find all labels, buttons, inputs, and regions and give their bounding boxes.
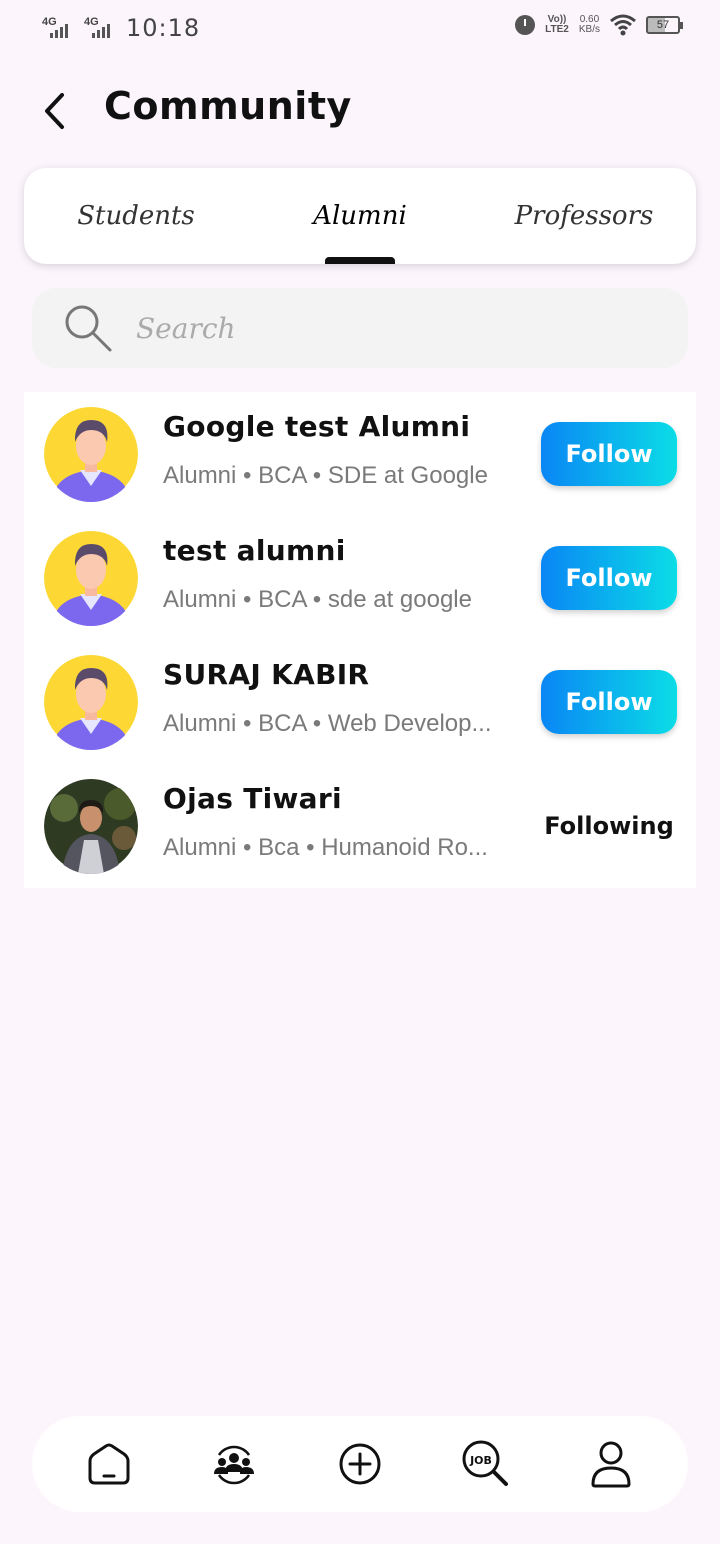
tab-label: Students [77, 201, 195, 231]
member-name: Google test Alumni [163, 410, 471, 443]
volte-indicator: Vo)) LTE2 [545, 15, 569, 35]
search-icon [65, 305, 112, 352]
community-icon [214, 1445, 255, 1485]
follow-button[interactable]: Follow [541, 422, 677, 486]
list-item[interactable]: Google test Alumni Alumni • BCA • SDE at… [24, 392, 696, 516]
nav-home[interactable] [77, 1432, 141, 1496]
search-input[interactable] [136, 311, 616, 345]
member-details: Alumni • BCA • sde at google [163, 586, 472, 613]
list-item[interactable]: SURAJ KABIR Alumni • BCA • Web Develop..… [24, 640, 696, 764]
member-list: Google test Alumni Alumni • BCA • SDE at… [24, 392, 696, 888]
cellular-signal-icon: 4G [82, 16, 116, 40]
photo-avatar-icon [44, 779, 138, 874]
home-icon [88, 1443, 130, 1485]
tab-bar: Students Alumni Professors [24, 168, 696, 264]
job-search-icon: JOB [462, 1440, 508, 1486]
svg-text:JOB: JOB [469, 1454, 492, 1467]
speed-unit: KB/s [578, 24, 600, 35]
tab-label: Alumni [313, 201, 407, 231]
back-button[interactable] [32, 86, 76, 136]
profile-icon [591, 1441, 631, 1488]
cellular-signal-icon: 4G [40, 16, 74, 40]
nav-add-post[interactable] [328, 1432, 392, 1496]
nav-profile[interactable] [579, 1432, 643, 1496]
search-bar[interactable] [32, 288, 688, 368]
list-item[interactable]: test alumni Alumni • BCA • sde at google… [24, 516, 696, 640]
network-speed: 0.60 KB/s [579, 15, 600, 35]
avatar[interactable] [44, 778, 138, 874]
member-details: Alumni • Bca • Humanoid Ro... [163, 834, 488, 861]
tab-alumni[interactable]: Alumni [248, 168, 472, 264]
default-avatar-icon [44, 407, 138, 502]
member-name: Ojas Tiwari [163, 782, 342, 815]
page-title: Community [104, 84, 352, 128]
member-details: Alumni • BCA • SDE at Google [163, 462, 488, 489]
lte-label: LTE2 [545, 24, 569, 35]
nav-community[interactable] [202, 1432, 266, 1496]
battery-icon: 57 [646, 16, 683, 34]
clock: 10:18 [126, 14, 201, 42]
follow-button[interactable]: Follow [541, 546, 677, 610]
follow-button[interactable]: Follow [541, 670, 677, 734]
member-name: SURAJ KABIR [163, 658, 370, 691]
member-name: test alumni [163, 534, 346, 567]
tab-professors[interactable]: Professors [472, 168, 696, 264]
member-details: Alumni • BCA • Web Develop... [163, 710, 492, 737]
chevron-left-icon [45, 93, 64, 129]
avatar[interactable] [44, 406, 138, 502]
following-button[interactable]: Following [541, 794, 677, 858]
battery-level: 57 [656, 19, 670, 31]
alarm-icon [515, 15, 536, 35]
default-avatar-icon [44, 655, 138, 750]
avatar[interactable] [44, 654, 138, 750]
active-tab-indicator [325, 257, 395, 264]
wifi-icon [610, 14, 636, 36]
nav-jobs[interactable]: JOB [454, 1432, 518, 1496]
status-bar: 4G 4G 10:18 Vo)) LTE2 0.60 KB/s 57 [0, 0, 720, 56]
bottom-navigation: JOB [32, 1416, 688, 1512]
tab-label: Professors [514, 201, 654, 231]
list-item[interactable]: Ojas Tiwari Alumni • Bca • Humanoid Ro..… [24, 764, 696, 888]
default-avatar-icon [44, 531, 138, 626]
avatar[interactable] [44, 530, 138, 626]
add-post-icon [339, 1443, 381, 1485]
tab-students[interactable]: Students [24, 168, 248, 264]
